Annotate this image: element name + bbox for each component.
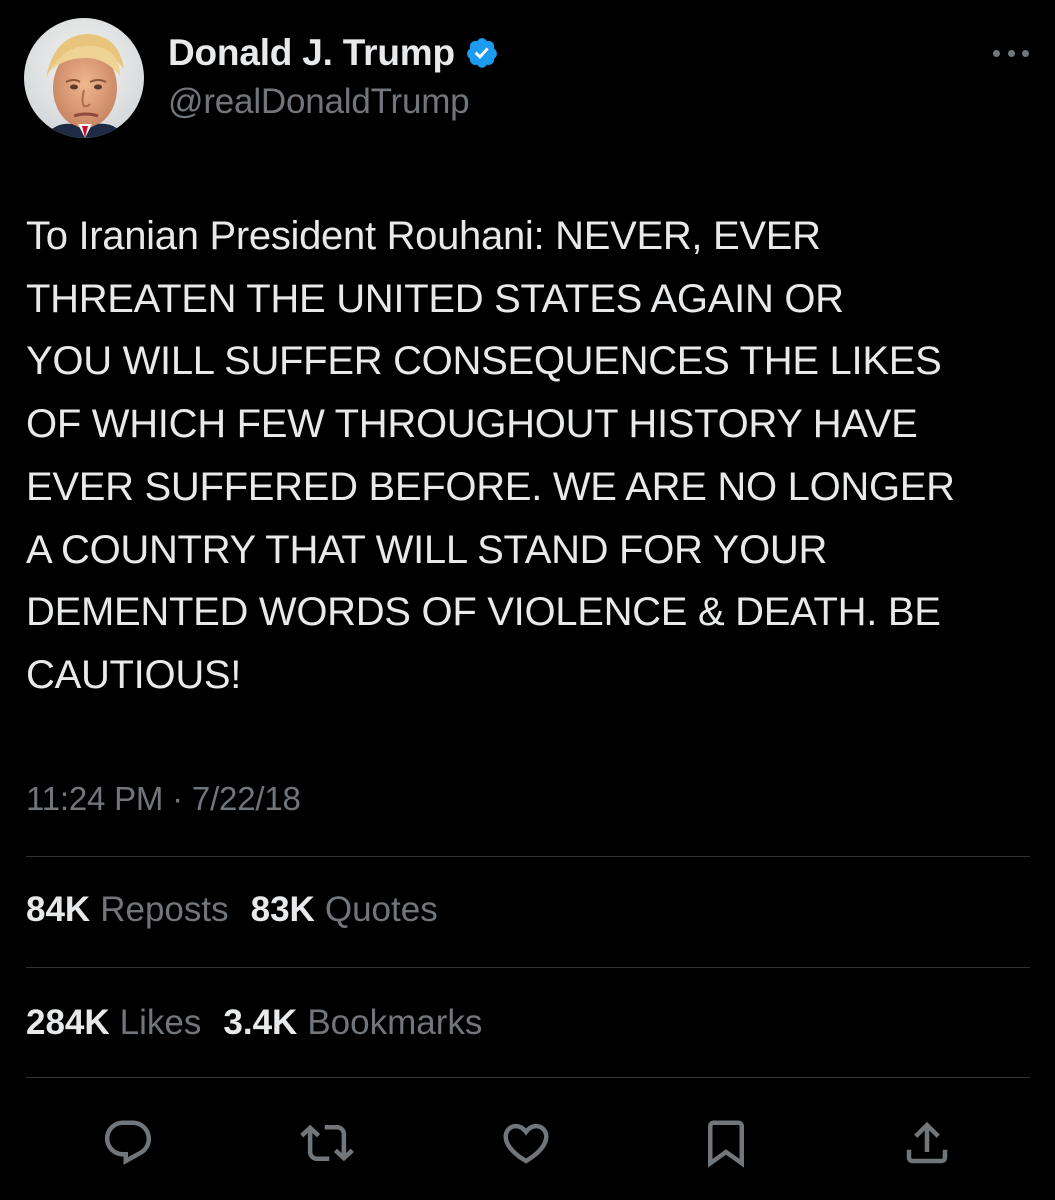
avatar-image: [24, 18, 144, 138]
likes-count: 284K: [26, 1003, 110, 1042]
bookmarks-label: Bookmarks: [307, 1003, 483, 1042]
tweet-timestamp[interactable]: 11:24 PM · 7/22/18: [26, 780, 301, 818]
stats-row-likes-bookmarks: 284K Likes 3.4K Bookmarks: [26, 1003, 504, 1043]
reply-button[interactable]: [98, 1113, 158, 1173]
avatar[interactable]: [24, 18, 144, 138]
bookmark-button[interactable]: [696, 1113, 756, 1173]
quotes-stat[interactable]: 83K Quotes: [251, 890, 438, 930]
bookmark-icon: [708, 1120, 744, 1168]
more-dot: [1007, 49, 1015, 57]
repost-button[interactable]: [297, 1113, 357, 1173]
reposts-count: 84K: [26, 890, 91, 929]
name-row: Donald J. Trump: [168, 30, 499, 76]
likes-stat[interactable]: 284K Likes: [26, 1003, 201, 1043]
divider: [26, 1077, 1030, 1078]
verified-badge-icon[interactable]: [465, 36, 499, 70]
more-options-icon[interactable]: [993, 38, 1029, 68]
more-dot: [993, 49, 1000, 57]
more-dot: [1022, 49, 1029, 57]
tweet-text: To Iranian President Rouhani: NEVER, EVE…: [26, 214, 955, 697]
repost-icon: [300, 1124, 354, 1162]
likes-label: Likes: [119, 1003, 202, 1042]
action-bar: [0, 1105, 1055, 1175]
reposts-label: Reposts: [100, 890, 229, 929]
display-name[interactable]: Donald J. Trump: [168, 32, 455, 74]
author-block: Donald J. Trump @realDonaldTrump: [168, 30, 499, 122]
handle[interactable]: @realDonaldTrump: [168, 82, 499, 122]
divider: [26, 967, 1030, 968]
quotes-count: 83K: [250, 890, 315, 929]
quotes-label: Quotes: [324, 890, 438, 929]
bookmarks-count: 3.4K: [223, 1003, 298, 1042]
bookmarks-stat[interactable]: 3.4K Bookmarks: [223, 1003, 482, 1043]
stats-row-reposts-quotes: 84K Reposts 83K Quotes: [26, 890, 460, 930]
like-button[interactable]: [496, 1113, 556, 1173]
share-icon: [906, 1121, 948, 1164]
divider: [26, 856, 1030, 857]
share-button[interactable]: [897, 1113, 957, 1173]
like-icon: [503, 1123, 549, 1164]
reply-icon: [104, 1120, 152, 1165]
reposts-stat[interactable]: 84K Reposts: [26, 890, 229, 930]
tweet-detail: Donald J. Trump @realDonaldTrump To Iran…: [0, 0, 1055, 1200]
